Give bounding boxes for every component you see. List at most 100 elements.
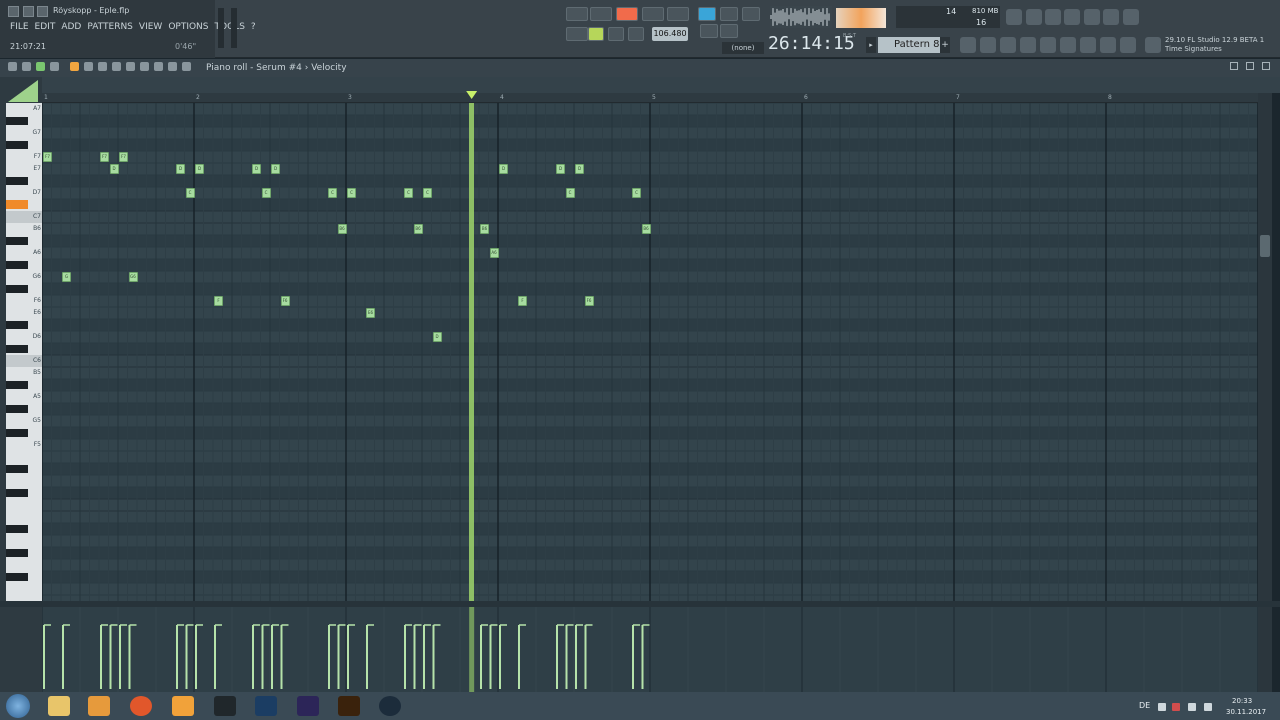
note[interactable]: D: [432, 332, 442, 342]
note[interactable]: D: [195, 164, 204, 174]
active-key[interactable]: [6, 200, 28, 209]
note[interactable]: F7: [119, 152, 128, 162]
slice-icon[interactable]: [126, 62, 135, 71]
illustrator-icon[interactable]: [338, 696, 360, 716]
online-icon[interactable]: [1006, 9, 1022, 25]
black-key[interactable]: [6, 465, 28, 473]
note[interactable]: F7: [43, 152, 52, 162]
note[interactable]: F6: [584, 296, 594, 306]
note-grid[interactable]: F7 F7 F7 D D D D D C C C C C C B6 B6 B6 A6 G G6 F F6 E6 D D D D C C B…: [42, 103, 1258, 601]
start-button[interactable]: [6, 694, 30, 718]
link-icon[interactable]: [700, 24, 718, 38]
pr-close-icon[interactable]: [1262, 62, 1270, 70]
magnify-icon[interactable]: [168, 62, 177, 71]
overview-strip[interactable]: [0, 77, 1280, 93]
fullscreen-icon[interactable]: [1120, 37, 1136, 53]
note[interactable]: G: [62, 272, 71, 282]
select-icon[interactable]: [140, 62, 149, 71]
mixer-icon[interactable]: [1045, 9, 1061, 25]
black-key[interactable]: [6, 549, 28, 557]
black-key[interactable]: [6, 573, 28, 581]
piano-keyboard[interactable]: A8G8F8E8D8C8B7A7G7F7E7D7C7B6A6G6F6E6D6C6…: [6, 103, 42, 601]
menu-help[interactable]: ?: [251, 22, 256, 32]
brush-icon[interactable]: [84, 62, 93, 71]
black-key[interactable]: [6, 261, 28, 269]
tray-flag-icon[interactable]: [1172, 703, 1180, 711]
note[interactable]: A6: [489, 248, 499, 258]
note[interactable]: C: [185, 188, 195, 198]
note[interactable]: C: [404, 188, 413, 198]
menu-view[interactable]: VIEW: [139, 22, 162, 32]
note[interactable]: C: [347, 188, 356, 198]
tempo-display[interactable]: 106.480: [652, 27, 688, 41]
master-pitch-slider[interactable]: [231, 8, 237, 48]
black-key[interactable]: [6, 177, 28, 185]
video-icon[interactable]: [214, 696, 236, 716]
arrow-icon[interactable]: [8, 62, 17, 71]
pattern-prev-button[interactable]: ▸: [866, 37, 876, 53]
black-key[interactable]: [6, 525, 28, 533]
velocity-editor[interactable]: [42, 607, 1258, 692]
close-icon[interactable]: [37, 6, 48, 17]
pattern-add-button[interactable]: +: [940, 37, 950, 53]
note[interactable]: F: [518, 296, 527, 306]
black-key[interactable]: [6, 117, 28, 125]
note[interactable]: C: [328, 188, 337, 198]
browser-icon[interactable]: [1040, 37, 1056, 53]
download-icon[interactable]: [1145, 37, 1161, 53]
note[interactable]: D: [556, 164, 565, 174]
note[interactable]: F: [214, 296, 223, 306]
tray-volume-icon[interactable]: [1204, 703, 1212, 711]
photoshop-icon[interactable]: [255, 696, 277, 716]
vertical-scroll-thumb[interactable]: [1260, 235, 1270, 257]
target-icon[interactable]: [50, 62, 59, 71]
tray-network-icon[interactable]: [1188, 703, 1196, 711]
channel-rack-icon[interactable]: [1000, 37, 1016, 53]
language-indicator[interactable]: DE: [1139, 701, 1150, 710]
step-edit-icon[interactable]: [642, 7, 664, 21]
piano-roll-icon[interactable]: [980, 37, 996, 53]
black-key[interactable]: [6, 489, 28, 497]
velocity-scrollbar[interactable]: [1258, 607, 1272, 692]
note[interactable]: B6: [337, 224, 347, 234]
key-icon[interactable]: [1100, 37, 1116, 53]
chain-icon[interactable]: [720, 24, 738, 38]
black-key[interactable]: [6, 345, 28, 353]
note[interactable]: B6: [413, 224, 423, 234]
pattern-selector[interactable]: Pattern 8: [878, 37, 948, 53]
playlist-icon[interactable]: [960, 37, 976, 53]
master-volume-slider[interactable]: [218, 8, 224, 48]
note[interactable]: D: [499, 164, 508, 174]
menu-file[interactable]: FILE: [10, 22, 29, 32]
note[interactable]: C: [423, 188, 432, 198]
note[interactable]: B6: [641, 224, 651, 234]
time-ruler[interactable]: 1 2 3 4 5 6 7 8: [42, 93, 1258, 103]
note[interactable]: B6: [480, 224, 489, 234]
snap-icon[interactable]: [566, 7, 588, 21]
save-icon[interactable]: [1026, 9, 1042, 25]
note[interactable]: D: [575, 164, 584, 174]
explorer-icon[interactable]: [48, 696, 70, 716]
pattern-song-icon[interactable]: [566, 27, 588, 41]
eraser-icon[interactable]: [98, 62, 107, 71]
menu-patterns[interactable]: PATTERNS: [87, 22, 133, 32]
note[interactable]: C: [632, 188, 641, 198]
zoom-icon[interactable]: [154, 62, 163, 71]
cut-icon[interactable]: [1064, 9, 1080, 25]
after-effects-icon[interactable]: [297, 696, 319, 716]
midi-input-select[interactable]: (none): [722, 42, 764, 54]
piano-roll-channel[interactable]: Piano roll - Serum #4: [206, 63, 302, 73]
firefox-icon[interactable]: [130, 696, 152, 716]
vertical-scrollbar[interactable]: [1258, 93, 1272, 601]
black-key[interactable]: [6, 237, 28, 245]
mixer-window-icon[interactable]: [1020, 37, 1036, 53]
note[interactable]: D: [109, 164, 119, 174]
wait-input-icon[interactable]: [720, 7, 738, 21]
menu-options[interactable]: OPTIONS: [168, 22, 208, 32]
pr-maximize-icon[interactable]: [1246, 62, 1254, 70]
fl-studio-icon[interactable]: [172, 696, 194, 716]
note[interactable]: D: [271, 164, 280, 174]
tray-arrow-icon[interactable]: [1158, 703, 1166, 711]
black-key[interactable]: [6, 141, 28, 149]
note[interactable]: G6: [128, 272, 138, 282]
